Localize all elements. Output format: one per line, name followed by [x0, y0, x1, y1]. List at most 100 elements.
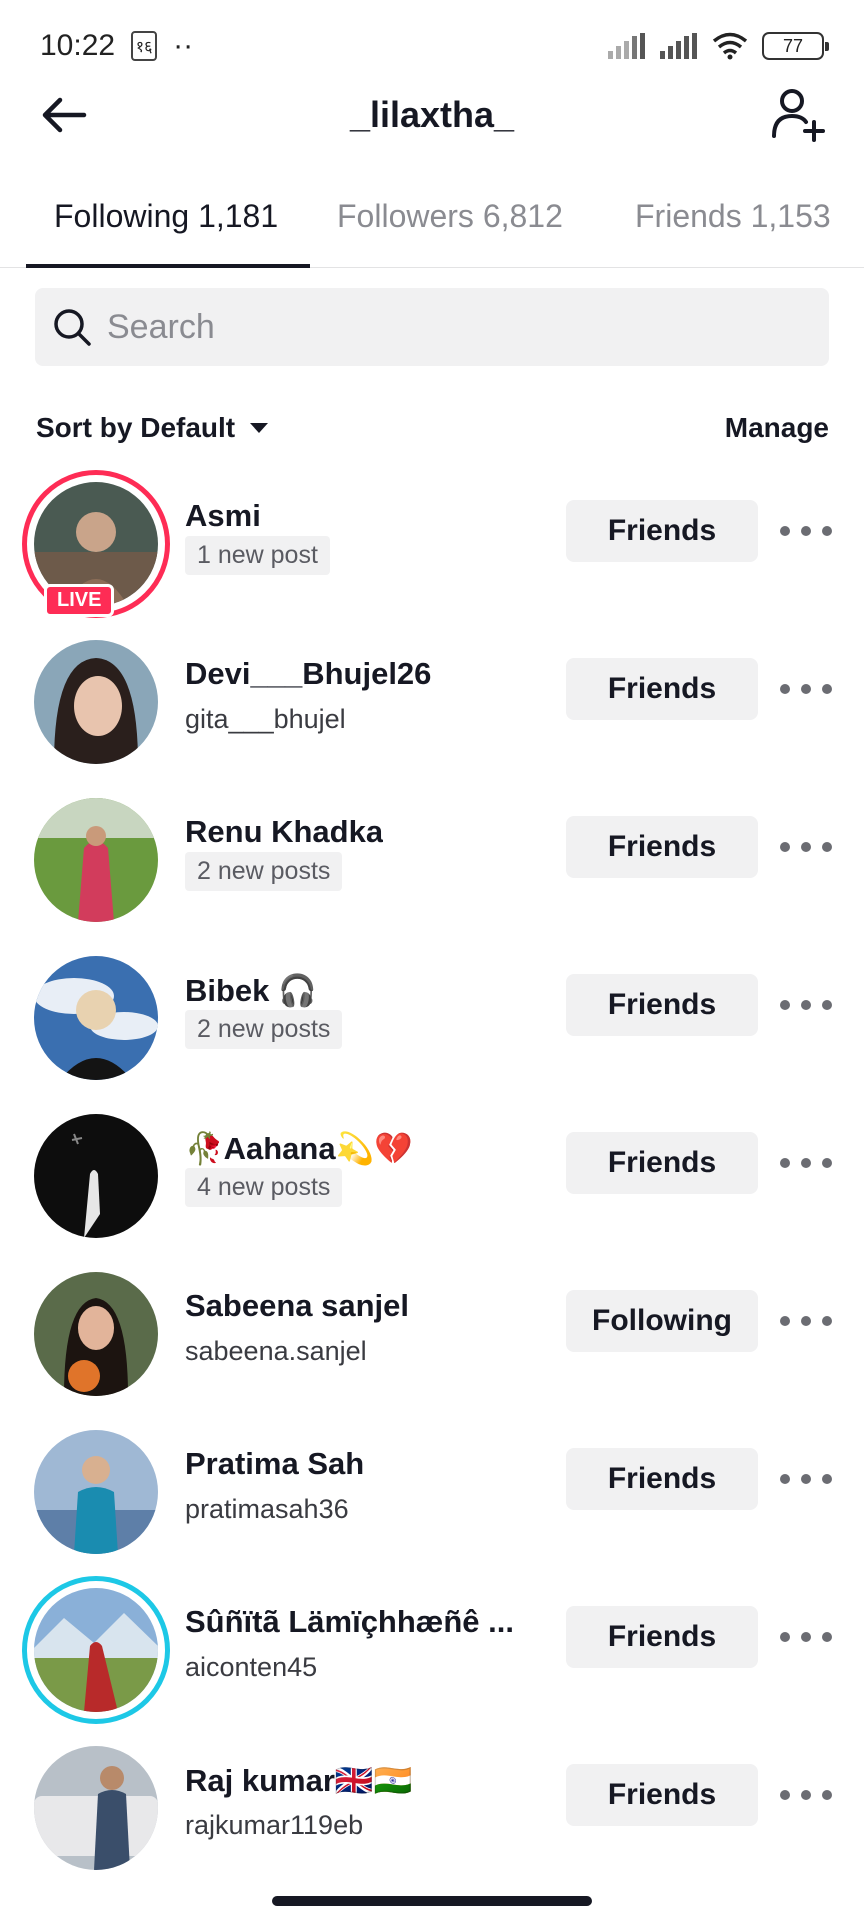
search-input[interactable]	[107, 307, 707, 347]
battery-level: 77	[782, 35, 804, 56]
notification-indicator: १६	[131, 31, 158, 61]
friends-button[interactable]: Friends	[566, 816, 758, 878]
user-name: Devi___Bhujel26	[185, 656, 432, 691]
friends-button[interactable]: Friends	[566, 658, 758, 720]
more-options-button[interactable]	[780, 1464, 832, 1494]
signal-icon	[608, 33, 645, 59]
avatar-wrap[interactable]	[34, 640, 158, 764]
friends-button[interactable]: Friends	[566, 1132, 758, 1194]
user-row[interactable]: Sabeena sanjel sabeena.sanjel Following	[0, 1250, 864, 1408]
more-dots-icon	[780, 526, 790, 536]
user-row[interactable]: Renu Khadka 2 new posts Friends	[0, 776, 864, 934]
more-dots-icon	[780, 1790, 790, 1800]
battery-icon: 77	[762, 32, 829, 60]
user-row[interactable]: Bibek 🎧 2 new posts Friends	[0, 934, 864, 1092]
user-name: Bibek 🎧	[185, 973, 317, 1008]
avatar	[34, 1272, 158, 1396]
avatar	[34, 1430, 158, 1554]
tabs: Following 1,181 Followers 6,812 Friends …	[0, 180, 864, 268]
avatar-wrap[interactable]	[34, 1746, 158, 1870]
more-options-button[interactable]	[780, 1148, 832, 1178]
more-dots-icon	[780, 1316, 790, 1326]
user-row[interactable]: 🥀Aahana💫💔 4 new posts Friends	[0, 1092, 864, 1250]
sort-dropdown[interactable]: Sort by Default	[36, 412, 269, 444]
status-time: 10:22	[40, 29, 116, 62]
user-name: Asmi	[185, 498, 261, 533]
more-options-button[interactable]	[780, 674, 832, 704]
user-handle: pratimasah36	[185, 1494, 349, 1524]
new-posts-badge: 2 new posts	[185, 1010, 343, 1049]
more-options-button[interactable]	[780, 832, 832, 862]
header: _lilaxtha_	[0, 80, 864, 150]
sort-label: Sort by Default	[36, 412, 236, 443]
user-name: Renu Khadka	[185, 814, 384, 849]
more-dots-icon	[780, 842, 790, 852]
tab-active-indicator	[26, 264, 310, 268]
more-dots-icon	[780, 1000, 790, 1010]
avatar	[34, 1114, 158, 1238]
user-row[interactable]: Devi___Bhujel26 gita___bhujel Friends	[0, 618, 864, 776]
avatar-wrap[interactable]	[34, 1272, 158, 1396]
sort-row: Sort by Default Manage	[36, 405, 829, 451]
avatar	[34, 1588, 158, 1712]
caret-down-icon	[250, 423, 269, 433]
user-row[interactable]: LIVE Asmi 1 new post Friends	[0, 460, 864, 618]
search-bar[interactable]	[35, 288, 829, 366]
more-options-button[interactable]	[780, 990, 832, 1020]
home-indicator[interactable]	[272, 1896, 592, 1906]
avatar	[34, 640, 158, 764]
new-posts-badge: 4 new posts	[185, 1168, 343, 1207]
user-row[interactable]: Sûñïtã Lämïçhhæñê ... aiconten45 Friends	[0, 1566, 864, 1724]
user-handle: gita___bhujel	[185, 704, 346, 734]
friends-button[interactable]: Friends	[566, 1606, 758, 1668]
user-handle: sabeena.sanjel	[185, 1336, 367, 1366]
more-options-button[interactable]	[780, 1780, 832, 1810]
more-dots-icon	[780, 1632, 790, 1642]
live-badge: LIVE	[44, 584, 115, 617]
user-name: Raj kumar🇬🇧🇮🇳	[185, 1763, 413, 1798]
user-name: Sûñïtã Lämïçhhæñê ...	[185, 1604, 514, 1639]
more-dots-icon	[780, 1474, 790, 1484]
avatar-wrap[interactable]	[34, 798, 158, 922]
more-dots-icon	[780, 684, 790, 694]
tab-friends[interactable]: Friends 1,153	[635, 198, 831, 235]
user-name: Pratima Sah	[185, 1446, 365, 1481]
add-user-button[interactable]	[768, 84, 828, 144]
more-dots-icon	[780, 1158, 790, 1168]
page-title: _lilaxtha_	[349, 94, 515, 135]
add-user-icon	[772, 89, 825, 142]
user-row[interactable]: Pratima Sah pratimasah36 Friends	[0, 1408, 864, 1566]
following-list: LIVE Asmi 1 new post Friends Devi___Bhuj…	[0, 460, 864, 1882]
friends-button[interactable]: Friends	[566, 1764, 758, 1826]
signal-icon-2	[660, 33, 697, 59]
more-options-button[interactable]	[780, 516, 832, 546]
tab-followers[interactable]: Followers 6,812	[337, 198, 563, 235]
new-posts-badge: 2 new posts	[185, 852, 343, 891]
search-icon	[54, 309, 91, 346]
friends-button[interactable]: Friends	[566, 974, 758, 1036]
avatar	[34, 1746, 158, 1870]
tab-following[interactable]: Following 1,181	[54, 198, 278, 235]
following-button[interactable]: Following	[566, 1290, 758, 1352]
status-bar: 10:22 १६ ·· 77	[0, 0, 864, 92]
avatar-wrap[interactable]	[34, 1114, 158, 1238]
user-handle: rajkumar119eb	[185, 1810, 364, 1840]
avatar	[34, 956, 158, 1080]
more-options-button[interactable]	[780, 1306, 832, 1336]
avatar-story-ring[interactable]	[22, 1576, 170, 1724]
avatar-wrap[interactable]	[34, 1430, 158, 1554]
manage-button[interactable]: Manage	[725, 412, 829, 444]
new-posts-badge: 1 new post	[185, 536, 330, 575]
avatar	[34, 798, 158, 922]
status-dots: ··	[173, 29, 194, 62]
avatar-wrap[interactable]	[34, 956, 158, 1080]
user-name: Sabeena sanjel	[185, 1288, 410, 1323]
back-button[interactable]	[40, 90, 96, 140]
friends-button[interactable]: Friends	[566, 500, 758, 562]
more-options-button[interactable]	[780, 1622, 832, 1652]
user-name: 🥀Aahana💫💔	[185, 1131, 413, 1166]
back-arrow-icon	[42, 97, 87, 133]
friends-button[interactable]: Friends	[566, 1448, 758, 1510]
user-handle: aiconten45	[185, 1652, 318, 1682]
user-row[interactable]: Raj kumar🇬🇧🇮🇳 rajkumar119eb Friends	[0, 1724, 864, 1882]
